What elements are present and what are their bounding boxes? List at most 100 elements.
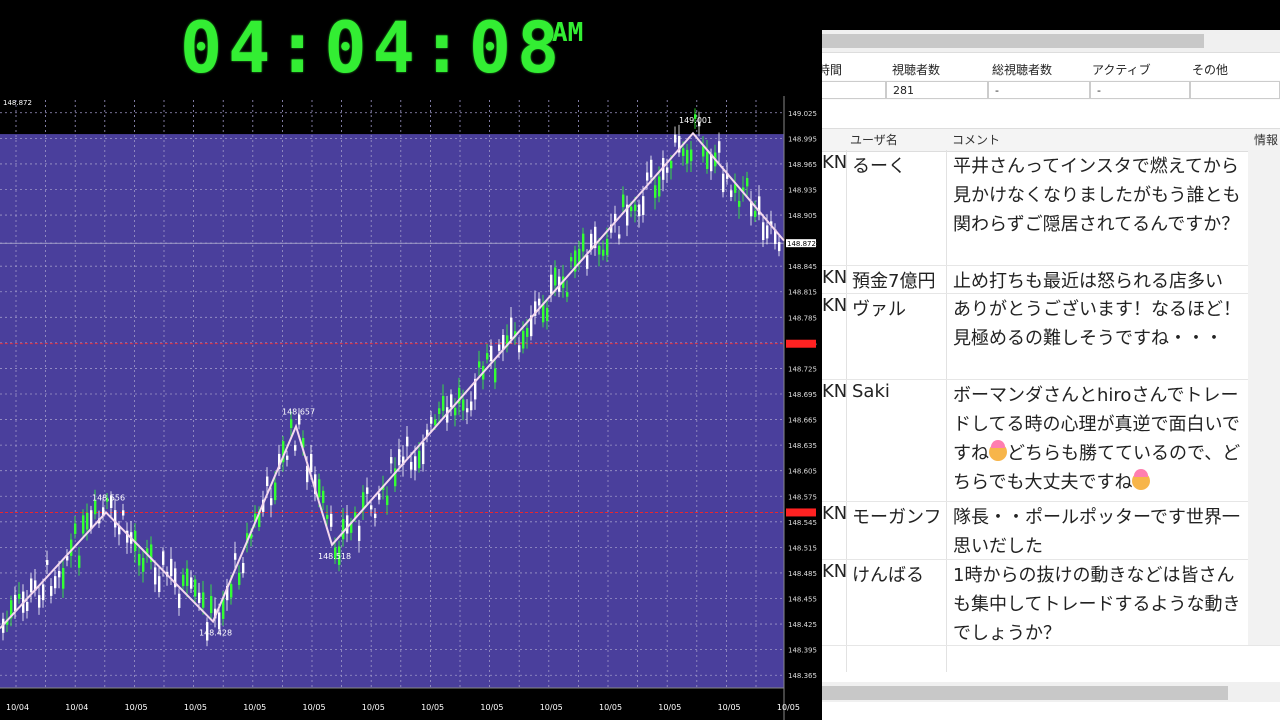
candle-bullish — [290, 419, 293, 428]
red-level-marker — [786, 339, 816, 348]
candle-bullish — [706, 151, 709, 169]
price-axis-label: 148.905 — [788, 212, 817, 220]
candle-bullish — [634, 204, 637, 211]
candle-bearish — [470, 401, 473, 411]
comment-row[interactable]: KN ヴァル ありがとうございます！なるほど！見極めるの難しそうですね・・・ — [822, 293, 1280, 380]
price-axis-label: 148.575 — [788, 493, 817, 501]
comment-row[interactable]: KN Saki ボーマンダさんとhiroさんでトレードしてる時の心理が真逆で面白… — [822, 379, 1280, 502]
heart-face-emoji-icon — [1132, 469, 1151, 490]
comment-text: ありがとうございます！なるほど！見極めるの難しそうですね・・・ — [953, 299, 1241, 349]
candle-bearish — [46, 560, 49, 565]
column-header-user[interactable]: ユーザ名 — [850, 130, 898, 150]
comment-viewer-panel: 時間 視聴者数 総視聴者数 アクティブ その他 281 - - ユーザ名 コメン… — [822, 30, 1280, 720]
candle-bullish — [18, 593, 21, 599]
candle-bullish — [682, 148, 685, 157]
candle-bearish — [718, 141, 721, 153]
candle-bearish — [666, 167, 669, 173]
candle-bullish — [182, 574, 185, 587]
candle-bearish — [422, 442, 425, 465]
candle-bearish — [778, 242, 781, 252]
candle-bearish — [38, 595, 41, 608]
candle-bearish — [538, 298, 541, 306]
pivot-label: 149.001 — [679, 116, 712, 125]
chart-background — [0, 134, 784, 688]
stat-value-viewers: 281 — [886, 81, 988, 99]
candle-bearish — [766, 225, 769, 239]
candle-bearish — [646, 172, 649, 181]
candle-bearish — [498, 344, 501, 351]
date-axis-label: 10/05 — [303, 703, 326, 712]
price-axis-label: 148.635 — [788, 442, 817, 450]
candle-bearish — [294, 445, 297, 451]
candle-bearish — [330, 513, 333, 527]
comment-row[interactable]: KN モーガンフ 隊長・・ポールポッターです世界一思いだした — [822, 501, 1280, 560]
candle-bearish — [158, 576, 161, 593]
scrollbar-thumb[interactable] — [822, 34, 1204, 48]
chart-canvas[interactable]: 149.025 148.995 148.965 148.935 148.905 148.8… — [0, 96, 822, 720]
candle-bullish — [462, 399, 465, 411]
column-header-comment[interactable]: コメント — [952, 130, 1000, 150]
candle-bearish — [366, 487, 369, 494]
date-axis-label: 10/05 — [777, 703, 800, 712]
top-scrollbar[interactable] — [822, 30, 1280, 53]
candle-bearish — [310, 453, 313, 473]
current-price-label: 148.872 — [787, 240, 816, 248]
comment-row[interactable]: KN るーく 平井さんってインスタで燃えてから見かけなくなりましたがもう誰とも関… — [822, 150, 1280, 266]
candle-bullish — [754, 210, 757, 217]
candle-bearish — [346, 515, 349, 534]
candle-bearish — [26, 601, 29, 611]
candle-bullish — [622, 194, 625, 208]
candle-bearish — [170, 558, 173, 577]
price-chart[interactable]: 149.025 148.995 148.965 148.935 148.905 148.8… — [0, 96, 822, 720]
candle-bullish — [70, 539, 73, 556]
column-header-info[interactable]: 情報 — [1254, 130, 1278, 150]
candle-bearish — [370, 505, 373, 510]
comment-id: KN — [822, 503, 848, 524]
candle-bearish — [730, 190, 733, 198]
candle-bearish — [490, 345, 493, 362]
candle-bearish — [14, 594, 17, 612]
candle-bullish — [442, 395, 445, 411]
comment-id: KN — [822, 295, 848, 316]
candle-bullish — [230, 584, 233, 598]
comment-row[interactable]: KN 預金7億円 止め打ちも最近は怒られる店多い — [822, 265, 1280, 294]
candle-bearish — [42, 584, 45, 601]
candle-bullish — [486, 353, 489, 360]
comment-id: KN — [822, 267, 848, 288]
comment-user: ヴァル — [852, 299, 906, 320]
date-axis-label: 10/05 — [658, 703, 681, 712]
comment-id: KN — [822, 561, 848, 582]
candle-bullish — [326, 514, 329, 519]
candle-bullish — [386, 495, 389, 506]
candle-bearish — [190, 577, 193, 589]
candle-bullish — [494, 368, 497, 383]
date-axis-label: 10/05 — [599, 703, 622, 712]
price-axis-label: 148.695 — [788, 391, 817, 399]
candle-bullish — [274, 482, 277, 501]
stat-header-viewers: 視聴者数 — [892, 63, 941, 77]
comment-info — [1248, 293, 1280, 379]
candle-bullish — [738, 200, 741, 207]
stat-header-active: アクティブ — [1092, 63, 1151, 77]
scrollbar-thumb[interactable] — [822, 686, 1228, 700]
candle-bearish — [234, 553, 237, 560]
candle-bearish — [510, 317, 513, 340]
bottom-scrollbar[interactable] — [822, 682, 1280, 702]
candle-bullish — [746, 178, 749, 187]
candle-bullish — [238, 572, 241, 585]
candle-bullish — [478, 361, 481, 368]
candle-bullish — [86, 512, 89, 530]
price-axis-label: 148.995 — [788, 135, 817, 143]
comment-row[interactable]: KN けんばる 1時からの抜けの動きなどは皆さんも集中してトレードするような動き… — [822, 559, 1280, 646]
candle-bullish — [434, 419, 437, 426]
candle-bullish — [546, 307, 549, 321]
date-axis-label: 10/05 — [540, 703, 563, 712]
candle-bearish — [218, 612, 221, 630]
candle-bullish — [202, 592, 205, 608]
candle-bearish — [650, 159, 653, 178]
date-axis-label: 10/05 — [718, 703, 741, 712]
candle-bullish — [554, 267, 557, 286]
date-axis-label: 10/05 — [421, 703, 444, 712]
candle-bearish — [154, 567, 157, 585]
price-axis-label: 149.025 — [788, 110, 817, 118]
